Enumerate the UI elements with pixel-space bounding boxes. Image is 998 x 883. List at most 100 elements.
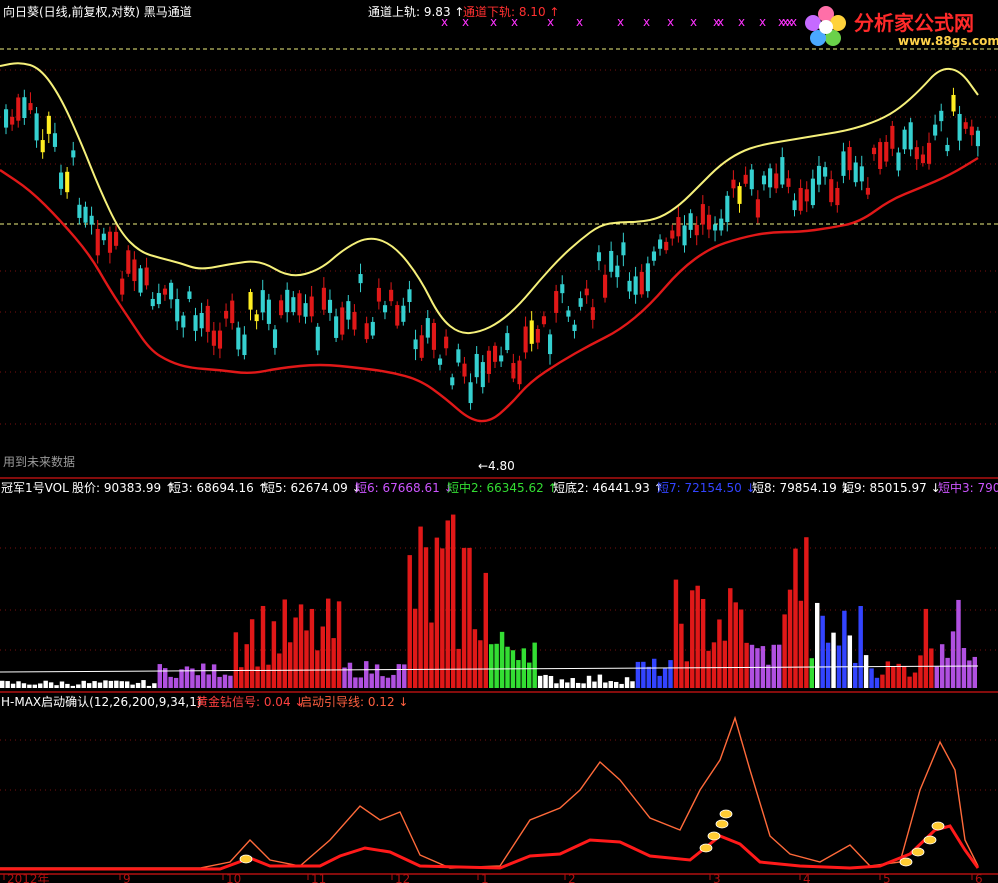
gold-diamond-icon [719,809,733,819]
candle-body [40,140,45,153]
candle-body [609,250,614,272]
x-tick-label: 1 [481,872,489,883]
candle-body [34,113,39,141]
candle-body [713,224,718,231]
volume-bar [874,677,880,688]
volume-bar [923,608,929,688]
candle-body [798,187,803,211]
volume-bar [804,537,809,688]
volume-bar [456,648,461,688]
candle-body [162,288,168,295]
volume-bar [972,656,977,688]
candle-body [633,276,638,295]
candle-body [370,321,375,336]
volume-bar [450,514,456,688]
volume-bar [336,601,342,688]
candle-body [431,322,436,350]
volume-bar [211,664,217,688]
candle-body [364,323,369,340]
volume-bar [565,682,570,688]
signal-marker: x [576,15,583,29]
candle-body [126,250,131,274]
candle-body [401,305,406,322]
volume-bar [97,682,103,688]
candle-body [963,122,968,129]
volume-bar [863,655,869,688]
logo-url: www.88gs.com [898,34,998,48]
volume-bar [472,629,478,688]
volume-bar [945,657,950,688]
volume-bar [16,681,21,688]
candle-body [120,278,125,295]
candle-body [554,291,559,313]
candle-body [199,313,204,329]
volume-bar [684,661,690,688]
volume-bar [391,674,396,688]
candle-body [138,268,143,293]
volume-bar [738,609,744,688]
volume-bar [168,676,173,688]
x-tick-label: 3 [713,872,721,883]
future-data-note: 用到未来数据 [3,454,75,469]
candle-body [969,126,974,136]
volume-bar [668,660,673,688]
candle-body [297,293,302,316]
candle-body [59,172,64,189]
candle-body [340,307,345,335]
volume-readout: 短底2: 46441.93 ↑ [553,480,664,495]
candle-body [627,280,632,292]
candle-body [810,178,815,206]
gold-diamond-icon [699,843,713,853]
candle-body [853,162,858,183]
candle-body [878,142,883,169]
candle-body [890,125,895,149]
candle-body [786,178,791,187]
candle-body [419,335,424,358]
volume-bar [43,680,48,688]
volume-bar [418,526,423,688]
volume-bar [54,685,59,688]
volume-bar [733,602,738,688]
volume-bar [559,679,565,688]
candle-body [65,171,70,193]
volume-bar [233,632,239,688]
volume-bar [858,606,863,688]
volume-bar [532,642,537,688]
volume-bar [304,630,309,688]
candle-body [755,199,760,218]
volume-bar [249,619,255,688]
candle-body [517,360,522,385]
candle-body [682,225,687,246]
volume-bar [434,537,440,688]
candle-body [731,179,736,189]
site-logo[interactable]: 分析家公式网 www.88gs.com [802,4,998,50]
candle-body [523,326,528,353]
volume-bar [570,678,575,688]
volume-bar [222,674,228,688]
candle-body [920,154,925,164]
volume-bar [440,548,445,688]
candle-body [884,141,889,162]
volume-bar [657,675,662,688]
candle-body [871,147,877,155]
candle-body [95,228,100,256]
volume-bar [516,660,521,688]
signal-marker: x [617,15,624,29]
candle-body [816,165,822,185]
candle-body [841,151,846,176]
hmax-readout: 黄金钻信号: 0.04 ↓ [196,694,304,709]
x-tick-label: 5 [883,872,891,883]
volume-bar [744,642,749,688]
volume-bar [842,610,847,688]
volume-bar [347,662,353,688]
candle-body [107,231,113,253]
volume-bar [21,683,27,688]
volume-bar [690,590,695,688]
candle-body [376,287,381,302]
volume-bar [130,684,135,688]
volume-bar [369,673,374,688]
volume-bar [173,677,179,688]
candle-body [780,157,785,185]
candle-body [700,204,705,225]
gold-diamond-icon [715,819,729,829]
